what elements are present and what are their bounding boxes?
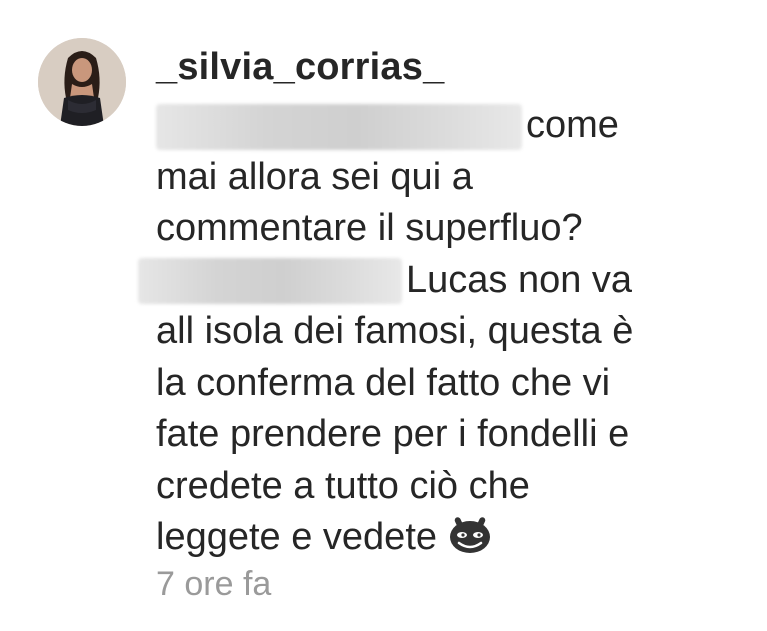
- comment-line: commentare il superfluo?: [156, 207, 583, 249]
- comment-line-text: Lucas non va: [406, 258, 633, 301]
- blurred-mention: [156, 103, 522, 150]
- comment-line: come: [156, 100, 746, 152]
- comment-line: Lucas non va: [138, 255, 746, 307]
- comment-line: la conferma del fatto che vi: [156, 361, 611, 404]
- comment-line-text: come: [526, 104, 619, 146]
- mocking-face-emoji-icon: [447, 515, 493, 570]
- blurred-mention: [138, 258, 402, 305]
- comment-line: fate prendere per i fondelli e: [156, 413, 630, 455]
- comment-line: all isola dei famosi, questa è: [156, 310, 634, 352]
- comment-timestamp: 7 ore fa: [156, 565, 272, 603]
- comment-line: credete a tutto ciò che: [156, 464, 530, 507]
- comment-text: come mai allora sei qui a commentare il …: [138, 100, 746, 564]
- avatar-photo: [38, 38, 126, 126]
- comment-line: mai allora sei qui a: [156, 155, 473, 198]
- comment-line-text: leggete e vedete: [156, 516, 438, 558]
- comment-line: leggete e vedete: [156, 512, 746, 564]
- username[interactable]: _silvia_corrias_: [156, 46, 444, 89]
- avatar[interactable]: [38, 38, 126, 126]
